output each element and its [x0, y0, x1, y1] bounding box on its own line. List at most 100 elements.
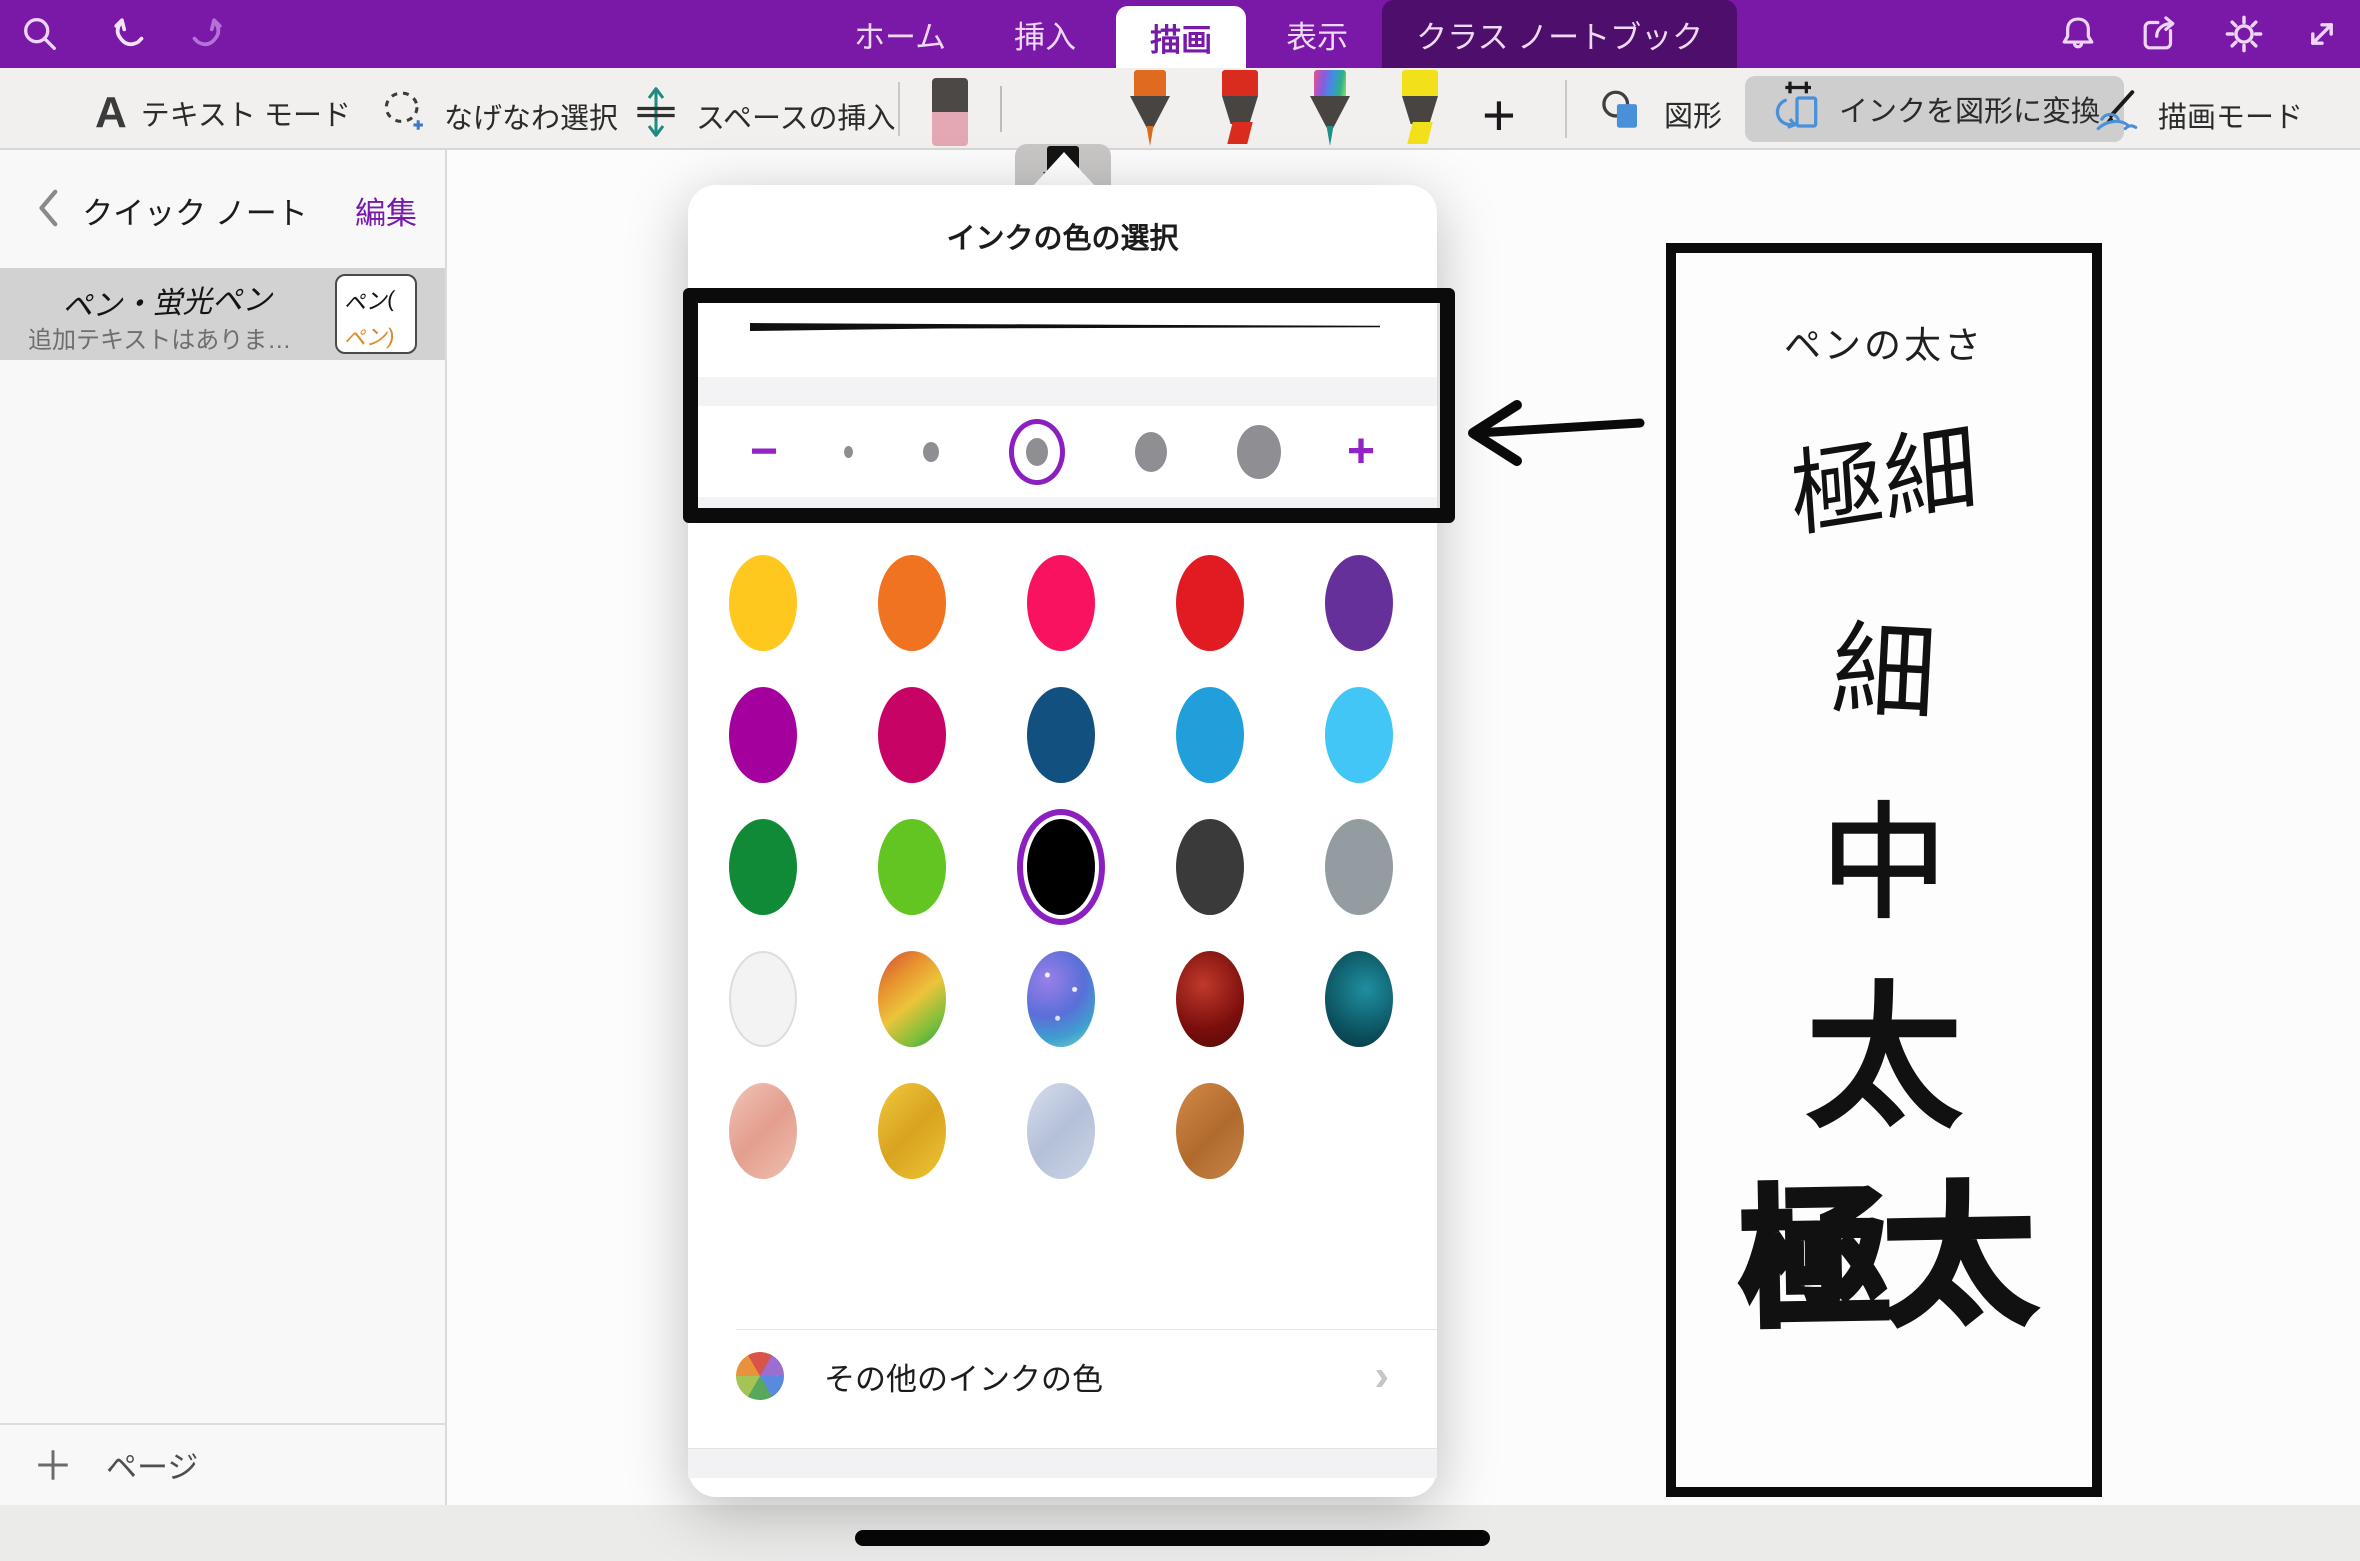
ink-color-swatch-dark-pink[interactable]	[878, 687, 946, 783]
insert-space-button[interactable]: スペースの挿入	[630, 84, 896, 148]
ink-color-swatch-rose-gold[interactable]	[729, 1083, 797, 1179]
edit-button[interactable]: 編集	[355, 188, 417, 233]
section-gap	[688, 377, 1437, 406]
ribbon-tabs: ホーム挿入描画表示クラス ノートブック	[820, 0, 1737, 68]
ink-color-rose-gold[interactable]	[688, 1065, 837, 1197]
draw-mode-button[interactable]: 描画モード	[2090, 86, 2303, 144]
tab-insert[interactable]: 挿入	[980, 0, 1110, 68]
ink-color-blue[interactable]	[1135, 669, 1284, 801]
text-mode-button[interactable]: A テキスト モード	[95, 88, 351, 138]
popup-footer-band	[688, 1449, 1437, 1478]
thickness-dot-2[interactable]	[923, 442, 939, 462]
ink-color-gray[interactable]	[1284, 801, 1433, 933]
back-chevron-icon[interactable]	[36, 188, 62, 228]
ink-color-swatch-dark-blue[interactable]	[1027, 687, 1095, 783]
ink-color-light-blue[interactable]	[1284, 669, 1433, 801]
ink-color-white[interactable]	[688, 933, 837, 1065]
handwritten-arrow	[1455, 393, 1655, 473]
ink-color-red-marble[interactable]	[1135, 933, 1284, 1065]
ink-color-swatch-gray[interactable]	[1325, 819, 1393, 915]
section-gap	[688, 497, 1437, 508]
ink-color-swatch-bronze[interactable]	[1176, 1083, 1244, 1179]
ink-color-green[interactable]	[688, 801, 837, 933]
ink-color-swatch-red[interactable]	[1176, 555, 1244, 651]
thickness-dots	[844, 419, 1281, 485]
popup-title: インクの色の選択	[688, 215, 1437, 257]
ink-color-yellow[interactable]	[688, 537, 837, 669]
tab-home[interactable]: ホーム	[820, 0, 980, 68]
ink-color-glitter-rainbow[interactable]	[837, 933, 986, 1065]
ink-to-shape-button[interactable]: インクを図形に変換	[1745, 76, 2124, 142]
plus-icon	[36, 1448, 70, 1482]
search-icon[interactable]	[14, 8, 66, 60]
ink-color-black[interactable]	[986, 801, 1135, 933]
thickness-dot-3[interactable]	[1026, 438, 1048, 466]
tab-class-notebook[interactable]: クラス ノートブック	[1382, 0, 1737, 68]
increase-thickness-button[interactable]: +	[1347, 428, 1375, 476]
red-highlighter-tool[interactable]	[1208, 68, 1272, 150]
ink-color-swatch-light-blue[interactable]	[1325, 687, 1393, 783]
ink-color-swatch-ocean[interactable]	[1325, 951, 1393, 1047]
ink-color-swatch-orange[interactable]	[878, 555, 946, 651]
ink-color-swatch-pink[interactable]	[1027, 555, 1095, 651]
page-item-title: ペン・蛍光ペン	[61, 274, 272, 325]
draw-mode-hand-pen-icon	[2090, 86, 2144, 144]
ink-color-gold[interactable]	[837, 1065, 986, 1197]
thickness-dot-1[interactable]	[844, 446, 853, 458]
text-mode-icon: A	[95, 88, 127, 138]
ink-color-swatch-red-marble[interactable]	[1176, 951, 1244, 1047]
ink-color-magenta-purple[interactable]	[688, 669, 837, 801]
orange-pen-tool[interactable]	[1118, 68, 1182, 150]
sidebar-divider	[0, 1423, 447, 1425]
page-list-item-selected[interactable]: ペン・蛍光ペン 追加テキストはありま… ペン( ペン)	[0, 268, 445, 360]
ink-color-swatch-white[interactable]	[729, 951, 797, 1047]
more-ink-colors-row[interactable]: その他のインクの色 ›	[688, 1330, 1437, 1422]
share-icon[interactable]	[2133, 8, 2185, 60]
eraser-tool[interactable]	[918, 68, 982, 150]
undo-icon[interactable]	[104, 8, 156, 60]
ink-color-swatch-glitter-rainbow[interactable]	[878, 951, 946, 1047]
ink-color-dark-pink[interactable]	[837, 669, 986, 801]
ink-color-swatch-blue[interactable]	[1176, 687, 1244, 783]
ink-color-bronze[interactable]	[1135, 1065, 1284, 1197]
home-indicator-bar[interactable]	[855, 1530, 1490, 1546]
thickness-dot-4[interactable]	[1135, 432, 1167, 472]
ink-color-swatch-dark-gray[interactable]	[1176, 819, 1244, 915]
shapes-label: 図形	[1664, 93, 1722, 135]
add-pen-button[interactable]: +	[1482, 82, 1516, 149]
ink-color-dark-blue[interactable]	[986, 669, 1135, 801]
ink-color-purple[interactable]	[1284, 537, 1433, 669]
rainbow-pen-tool[interactable]	[1298, 68, 1362, 150]
fullscreen-expand-icon[interactable]	[2296, 8, 2348, 60]
ink-color-red[interactable]	[1135, 537, 1284, 669]
shapes-button[interactable]: 図形	[1598, 86, 1722, 142]
ink-color-pink[interactable]	[986, 537, 1135, 669]
ink-color-swatch-silver[interactable]	[1027, 1083, 1095, 1179]
thickness-dot-5[interactable]	[1237, 425, 1281, 479]
tab-draw[interactable]: 描画	[1116, 6, 1246, 68]
ink-color-swatch-green[interactable]	[729, 819, 797, 915]
ink-color-galaxy[interactable]	[986, 933, 1135, 1065]
ink-color-swatch-purple[interactable]	[1325, 555, 1393, 651]
thickness-dot-3-selected-ring[interactable]	[1009, 419, 1065, 485]
ink-color-swatch-light-green[interactable]	[878, 819, 946, 915]
tab-view[interactable]: 表示	[1252, 0, 1382, 68]
ink-color-swatch-gold[interactable]	[878, 1083, 946, 1179]
yellow-highlighter-tool[interactable]	[1388, 68, 1452, 150]
ink-color-orange[interactable]	[837, 537, 986, 669]
redo-icon[interactable]	[180, 8, 232, 60]
ink-color-ocean[interactable]	[1284, 933, 1433, 1065]
ink-color-silver[interactable]	[986, 1065, 1135, 1197]
ink-color-swatch-yellow[interactable]	[729, 555, 797, 651]
ink-color-swatch-galaxy[interactable]	[1027, 951, 1095, 1047]
notifications-bell-icon[interactable]	[2052, 8, 2104, 60]
settings-gear-icon[interactable]	[2218, 8, 2270, 60]
toolbar-divider-2	[1565, 80, 1567, 138]
ink-color-swatch-magenta-purple[interactable]	[729, 687, 797, 783]
decrease-thickness-button[interactable]: −	[750, 428, 778, 476]
ink-color-dark-gray[interactable]	[1135, 801, 1284, 933]
add-page-button[interactable]: ページ	[36, 1442, 198, 1487]
ink-color-swatch-black[interactable]	[1027, 819, 1095, 915]
ink-color-light-green[interactable]	[837, 801, 986, 933]
lasso-select-button[interactable]: なげなわ選択	[378, 88, 618, 144]
